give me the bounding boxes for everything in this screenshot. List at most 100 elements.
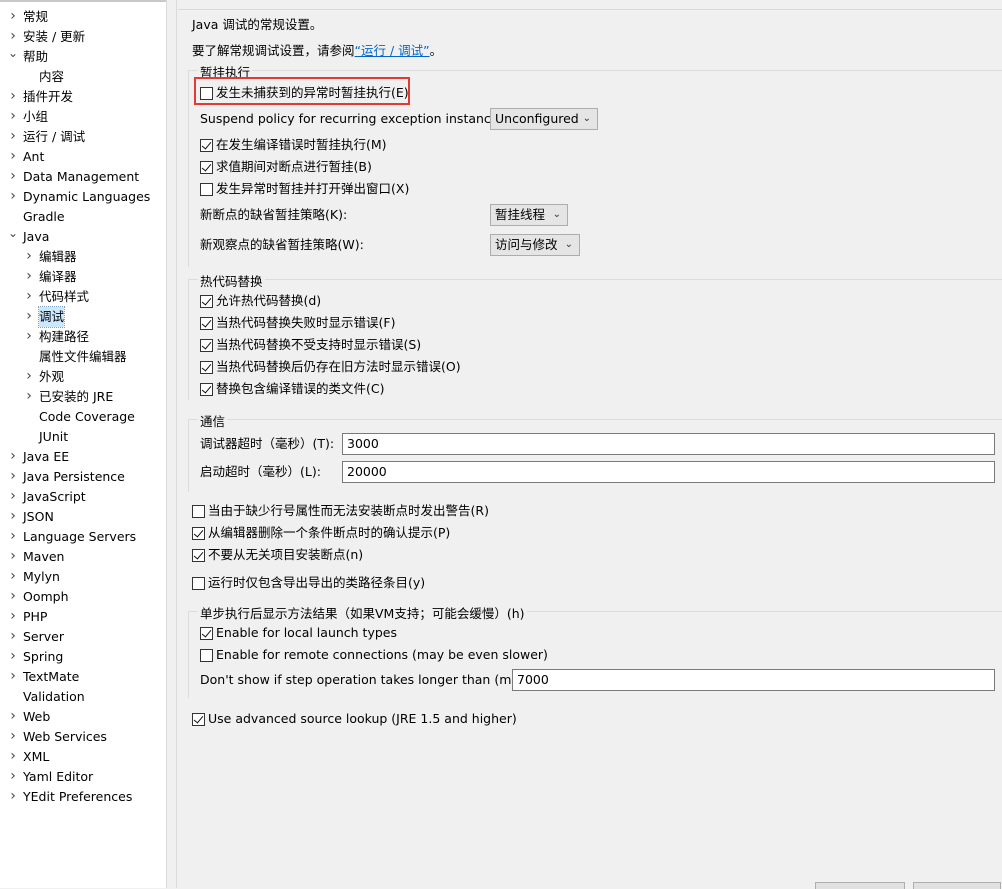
option-checkbox[interactable]: [200, 295, 213, 308]
watchpoint-policy-dropdown[interactable]: 访问与修改 ⌄: [490, 234, 580, 256]
chevron-right-icon[interactable]: ›: [24, 246, 34, 266]
chevron-right-icon[interactable]: ›: [8, 86, 18, 106]
option-label[interactable]: 允许热代码替换(d): [216, 293, 321, 309]
chevron-right-icon[interactable]: ›: [8, 446, 18, 466]
step-threshold-input[interactable]: 7000: [512, 669, 995, 691]
chevron-right-icon[interactable]: ›: [8, 466, 18, 486]
tree-item-label: 帮助: [23, 49, 49, 64]
chevron-right-icon[interactable]: ›: [24, 366, 34, 386]
sash[interactable]: [166, 0, 177, 888]
chevron-right-icon[interactable]: ›: [8, 486, 18, 506]
chevron-right-icon[interactable]: ›: [8, 566, 18, 586]
tree-item-label: 运行 / 调试: [23, 129, 86, 144]
launch-timeout-input[interactable]: 20000: [342, 461, 995, 483]
chevron-right-icon[interactable]: ›: [8, 606, 18, 626]
option-label[interactable]: 当热代码替换失败时显示错误(F): [216, 315, 395, 331]
option-checkbox[interactable]: [192, 527, 205, 540]
tree-item-label: 调试: [37, 306, 66, 328]
chevron-right-icon[interactable]: ›: [8, 506, 18, 526]
suspend-compile-error-label[interactable]: 在发生编译错误时暂挂执行(M): [216, 137, 387, 153]
suspend-popup-label[interactable]: 发生异常时暂挂并打开弹出窗口(X): [216, 181, 409, 197]
suspend-policy-dropdown[interactable]: Unconfigured ⌄: [490, 108, 598, 130]
option-checkbox[interactable]: [200, 317, 213, 330]
tree-item-label: 安装 / 更新: [23, 29, 86, 44]
option-label[interactable]: 当热代码替换不受支持时显示错误(S): [216, 337, 421, 353]
option-label[interactable]: 当热代码替换后仍存在旧方法时显示错误(O): [216, 359, 461, 375]
option-label[interactable]: 从编辑器删除一个条件断点时的确认提示(P): [208, 525, 450, 541]
tree-item-label: Java Persistence: [23, 469, 125, 484]
chevron-right-icon[interactable]: ›: [8, 6, 18, 26]
suspend-popup-checkbox[interactable]: [200, 183, 213, 196]
hotswap-group-title: 热代码替换: [198, 271, 265, 290]
watchpoint-policy-value: 访问与修改: [495, 237, 558, 252]
tree-item-label: PHP: [23, 609, 48, 624]
chevron-right-icon[interactable]: ›: [8, 706, 18, 726]
option-checkbox[interactable]: [192, 505, 205, 518]
advanced-source-lookup-checkbox[interactable]: [192, 713, 205, 726]
preference-tree[interactable]: › 常规 › 安装 / 更新 ⌄ 帮助 内容 › 插件开发 › 小组 › 运行 / 调试 › Ant › Dat…: [0, 0, 166, 888]
advanced-source-lookup-label[interactable]: Use advanced source lookup (JRE 1.5 and …: [208, 711, 517, 727]
chevron-right-icon[interactable]: ›: [8, 626, 18, 646]
tree-item-label: Web Services: [23, 729, 107, 744]
option-label[interactable]: 替换包含编译错误的类文件(C): [216, 381, 384, 397]
option-checkbox[interactable]: [192, 577, 205, 590]
suspend-eval-label[interactable]: 求值期间对断点进行暂挂(B): [216, 159, 372, 175]
step-remote-label[interactable]: Enable for remote connections (may be ev…: [216, 647, 548, 663]
chevron-right-icon[interactable]: ›: [24, 286, 34, 306]
tree-item-label: 插件开发: [23, 89, 74, 104]
chevron-right-icon[interactable]: ›: [8, 166, 18, 186]
chevron-down-icon[interactable]: ⌄: [8, 43, 18, 63]
tree-item-label: Ant: [23, 149, 45, 164]
chevron-right-icon[interactable]: ›: [24, 266, 34, 286]
chevron-right-icon[interactable]: ›: [8, 586, 18, 606]
debugger-timeout-label: 调试器超时（毫秒）(T):: [200, 436, 335, 451]
chevron-right-icon[interactable]: ›: [8, 726, 18, 746]
chevron-down-icon[interactable]: ⌄: [8, 223, 18, 243]
page-header-divider: [178, 0, 1002, 10]
tree-item-label: Web: [23, 709, 51, 724]
option-checkbox[interactable]: [192, 549, 205, 562]
tree-item-label: 内容: [39, 69, 65, 84]
suspend-policy-label: Suspend policy for recurring exception i…: [200, 111, 510, 126]
chevron-right-icon[interactable]: ›: [8, 646, 18, 666]
chevron-right-icon[interactable]: ›: [8, 766, 18, 786]
tree-item-label: JSON: [23, 509, 54, 524]
chevron-right-icon[interactable]: ›: [8, 146, 18, 166]
step-threshold-label: Don't show if step operation takes longe…: [200, 672, 527, 687]
option-label[interactable]: 运行时仅包含导出导出的类路径条目(y): [208, 575, 425, 591]
tree-item-label: Oomph: [23, 589, 69, 604]
option-label[interactable]: 不要从无关项目安装断点(n): [208, 547, 363, 563]
option-checkbox[interactable]: [200, 383, 213, 396]
breakpoint-policy-dropdown[interactable]: 暂挂线程 ⌄: [490, 204, 568, 226]
step-remote-checkbox[interactable]: [200, 649, 213, 662]
run-debug-link[interactable]: “运行 / 调试”: [355, 43, 430, 58]
step-local-label[interactable]: Enable for local launch types: [216, 625, 397, 641]
suspend-compile-error-checkbox[interactable]: [200, 139, 213, 152]
option-checkbox[interactable]: [200, 361, 213, 374]
chevron-right-icon[interactable]: ›: [8, 126, 18, 146]
option-checkbox[interactable]: [200, 339, 213, 352]
chevron-right-icon[interactable]: ›: [8, 746, 18, 766]
step-result-group-title: 单步执行后显示方法结果（如果VM支持；可能会缓慢）(h): [198, 603, 527, 622]
see-also-suffix: 。: [429, 43, 443, 58]
chevron-down-icon: ⌄: [582, 113, 591, 124]
launch-timeout-label: 启动超时（毫秒）(L):: [200, 464, 321, 479]
tree-item-label: TextMate: [23, 669, 80, 684]
chevron-right-icon[interactable]: ›: [8, 106, 18, 126]
chevron-right-icon[interactable]: ›: [24, 386, 34, 406]
chevron-right-icon[interactable]: ›: [24, 326, 34, 346]
chevron-right-icon[interactable]: ›: [8, 186, 18, 206]
breakpoint-policy-value: 暂挂线程: [495, 207, 546, 222]
suspend-eval-checkbox[interactable]: [200, 161, 213, 174]
chevron-right-icon[interactable]: ›: [8, 786, 18, 806]
chevron-right-icon[interactable]: ›: [24, 306, 34, 326]
tree-item-label: Yaml Editor: [23, 769, 94, 784]
debugger-timeout-input[interactable]: 3000: [342, 433, 995, 455]
tree-item-label: 构建路径: [39, 329, 90, 344]
step-local-checkbox[interactable]: [200, 627, 213, 640]
tree-item-label: Code Coverage: [39, 409, 135, 424]
chevron-right-icon[interactable]: ›: [8, 526, 18, 546]
chevron-right-icon[interactable]: ›: [8, 546, 18, 566]
option-label[interactable]: 当由于缺少行号属性而无法安装断点时发出警告(R): [208, 503, 489, 519]
chevron-right-icon[interactable]: ›: [8, 666, 18, 686]
